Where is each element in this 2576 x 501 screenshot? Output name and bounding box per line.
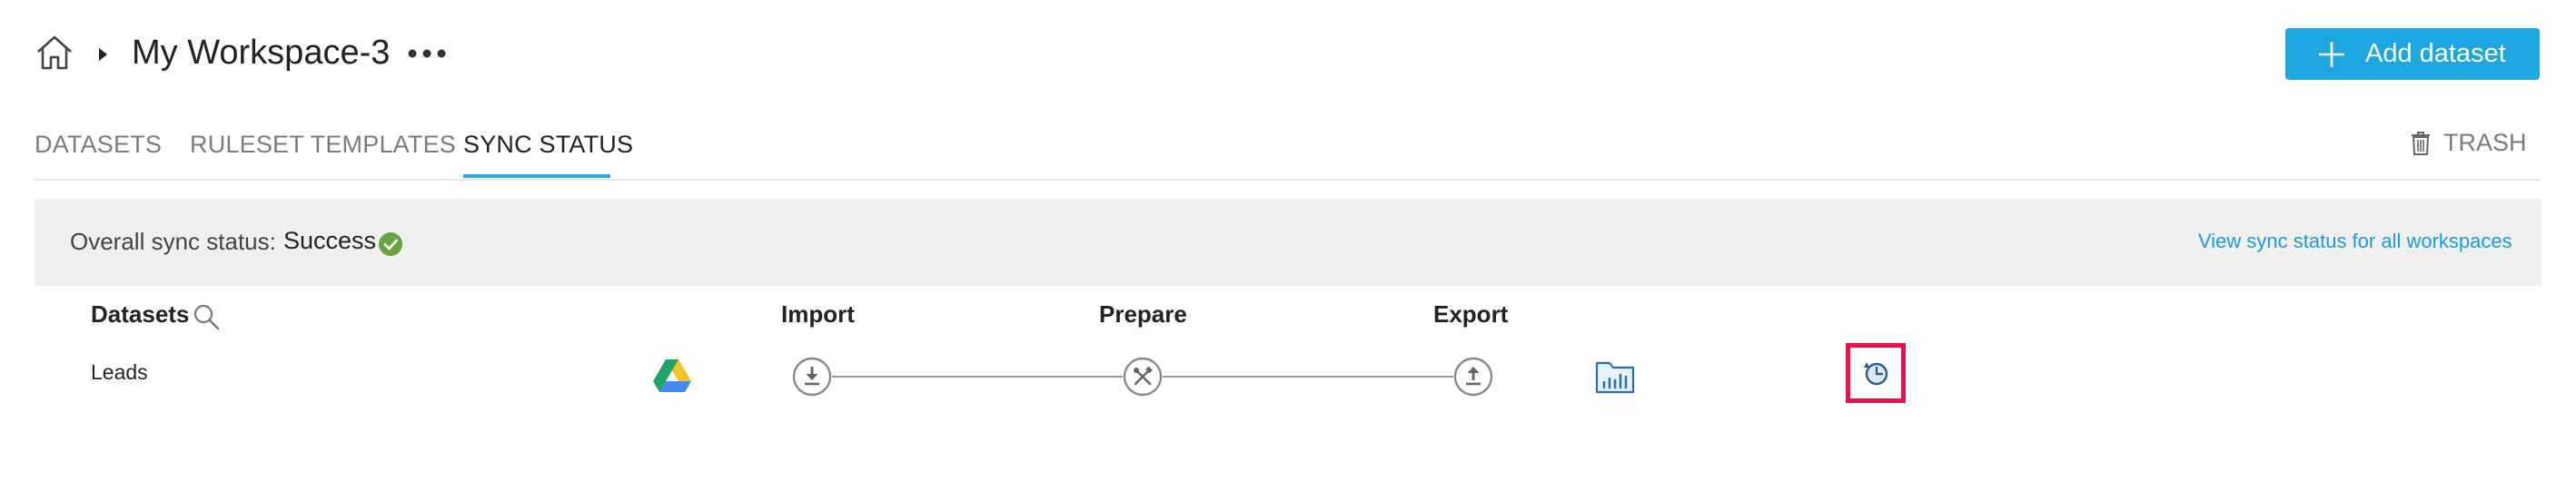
view-all-workspaces-link[interactable]: View sync status for all workspaces [2198, 230, 2512, 253]
tab-ruleset-templates[interactable]: RULESET TEMPLATES [190, 131, 456, 159]
pipeline-connector [832, 376, 1123, 378]
search-icon[interactable] [193, 303, 220, 330]
import-column-header: Import [781, 300, 855, 328]
analytics-folder-icon[interactable] [1595, 359, 1635, 394]
add-dataset-button[interactable]: Add dataset [2285, 28, 2540, 80]
prepare-tools-icon[interactable] [1123, 357, 1163, 397]
add-dataset-label: Add dataset [2365, 39, 2506, 68]
dataset-name[interactable]: Leads [91, 360, 148, 385]
home-icon[interactable] [35, 33, 74, 73]
workspace-title: My Workspace-3 [132, 34, 391, 72]
export-column-header: Export [1433, 300, 1509, 328]
success-check-icon [379, 232, 402, 256]
trash-label: TRASH [2443, 129, 2527, 156]
sync-status-banner [35, 199, 2541, 286]
overall-status-value: Success [283, 227, 377, 254]
plus-icon [2319, 41, 2344, 67]
datasets-column-header: Datasets [91, 300, 190, 328]
trash-button[interactable]: TRASH [2411, 129, 2527, 157]
tab-sync-status[interactable]: SYNC STATUS [463, 131, 633, 159]
active-tab-indicator [463, 174, 610, 178]
tab-datasets[interactable]: DATASETS [35, 131, 162, 159]
sync-history-button[interactable] [1846, 343, 1906, 403]
import-download-icon[interactable] [792, 357, 832, 397]
more-options-icon[interactable] [407, 44, 447, 64]
history-clock-icon [1864, 362, 1888, 386]
export-upload-icon[interactable] [1453, 357, 1493, 397]
prepare-column-header: Prepare [1099, 300, 1187, 328]
chevron-right-icon [99, 48, 107, 61]
pipeline-connector [1163, 376, 1453, 378]
google-drive-icon [653, 359, 691, 392]
tabs-divider [35, 179, 2541, 181]
trash-icon [2412, 131, 2430, 155]
overall-status-label: Overall sync status: [70, 228, 276, 255]
